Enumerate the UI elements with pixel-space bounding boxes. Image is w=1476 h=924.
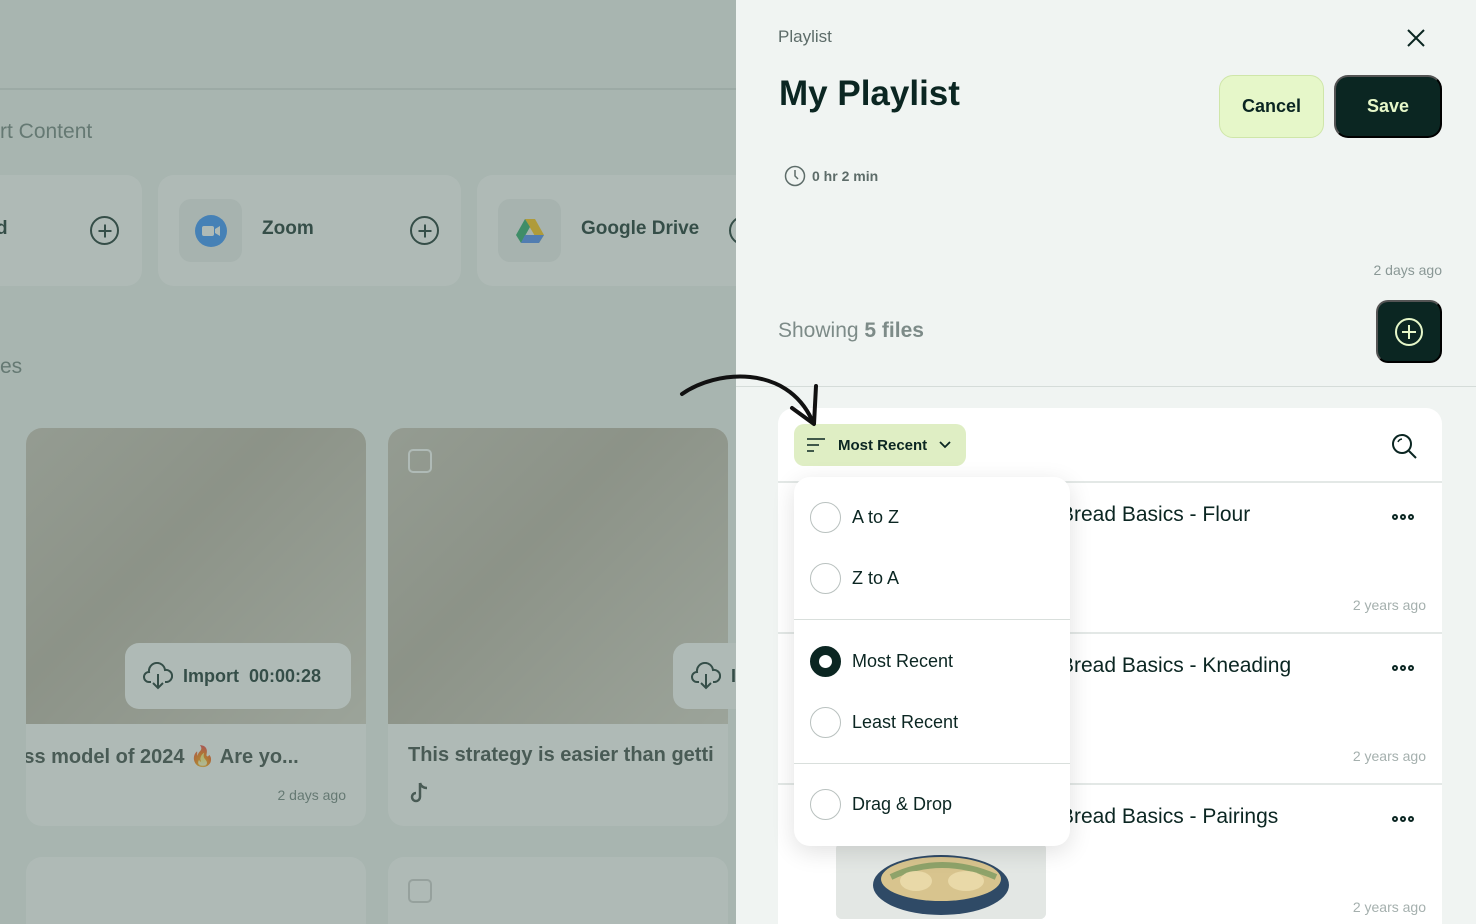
- radio-button[interactable]: [810, 501, 841, 533]
- option-label: Most Recent: [852, 650, 954, 671]
- sort-option-a-to-z[interactable]: A to Z: [794, 487, 1070, 547]
- duration-text: 0 hr 2 min: [812, 168, 879, 184]
- close-icon[interactable]: [1404, 26, 1428, 50]
- menu-divider: [794, 763, 1070, 764]
- option-label: A to Z: [852, 506, 900, 527]
- option-label: Least Recent: [852, 711, 959, 732]
- radio-button-selected[interactable]: [810, 645, 841, 677]
- sort-lines-icon: [807, 438, 825, 452]
- annotation-arrow-icon: [680, 374, 818, 426]
- file-name: Bread Basics - Kneading: [1060, 654, 1292, 677]
- breadcrumb: Playlist: [778, 27, 832, 46]
- file-name: Bread Basics - Flour: [1060, 503, 1251, 526]
- clock-icon: [784, 165, 806, 187]
- save-button[interactable]: Save: [1334, 75, 1442, 138]
- updated-time: 2 days ago: [1373, 262, 1443, 278]
- file-count: Showing 5 files: [778, 319, 924, 343]
- menu-divider: [794, 619, 1070, 620]
- option-label: Drag & Drop: [852, 793, 953, 814]
- more-options-icon[interactable]: [1392, 511, 1416, 523]
- cancel-button[interactable]: Cancel: [1219, 75, 1324, 138]
- file-date: 2 years ago: [1352, 748, 1426, 764]
- sort-option-least-recent[interactable]: Least Recent: [794, 692, 1070, 752]
- sort-option-z-to-a[interactable]: Z to A: [794, 548, 1070, 608]
- showing-prefix: Showing: [778, 319, 859, 342]
- more-options-icon[interactable]: [1392, 662, 1416, 674]
- add-icon: [1395, 317, 1423, 346]
- option-label: Z to A: [852, 567, 900, 588]
- file-date: 2 years ago: [1352, 597, 1426, 613]
- showing-count: 5 files: [864, 319, 924, 342]
- sort-option-drag-drop[interactable]: Drag & Drop: [794, 774, 1070, 834]
- sort-option-most-recent[interactable]: Most Recent: [794, 631, 1070, 691]
- background-page: rt Content d Zoom Google Drive es ness m…: [0, 0, 736, 924]
- modal-overlay[interactable]: [0, 0, 736, 924]
- sort-menu: A to Z Z to A Most Recent Least Recent D…: [794, 477, 1070, 846]
- chevron-down-icon: [939, 441, 951, 449]
- radio-button[interactable]: [810, 788, 841, 820]
- file-thumbnail: [836, 843, 1046, 919]
- radio-button[interactable]: [810, 562, 841, 594]
- file-name: Bread Basics - Pairings: [1060, 805, 1279, 828]
- playlist-duration: 0 hr 2 min: [784, 165, 878, 187]
- file-date: 2 years ago: [1352, 899, 1426, 915]
- search-icon[interactable]: [1390, 432, 1418, 460]
- divider: [736, 386, 1476, 387]
- sort-label: Most Recent: [838, 436, 928, 454]
- page-title: My Playlist: [779, 74, 960, 113]
- radio-button[interactable]: [810, 706, 841, 738]
- add-file-button[interactable]: [1376, 300, 1442, 363]
- more-options-icon[interactable]: [1392, 813, 1416, 825]
